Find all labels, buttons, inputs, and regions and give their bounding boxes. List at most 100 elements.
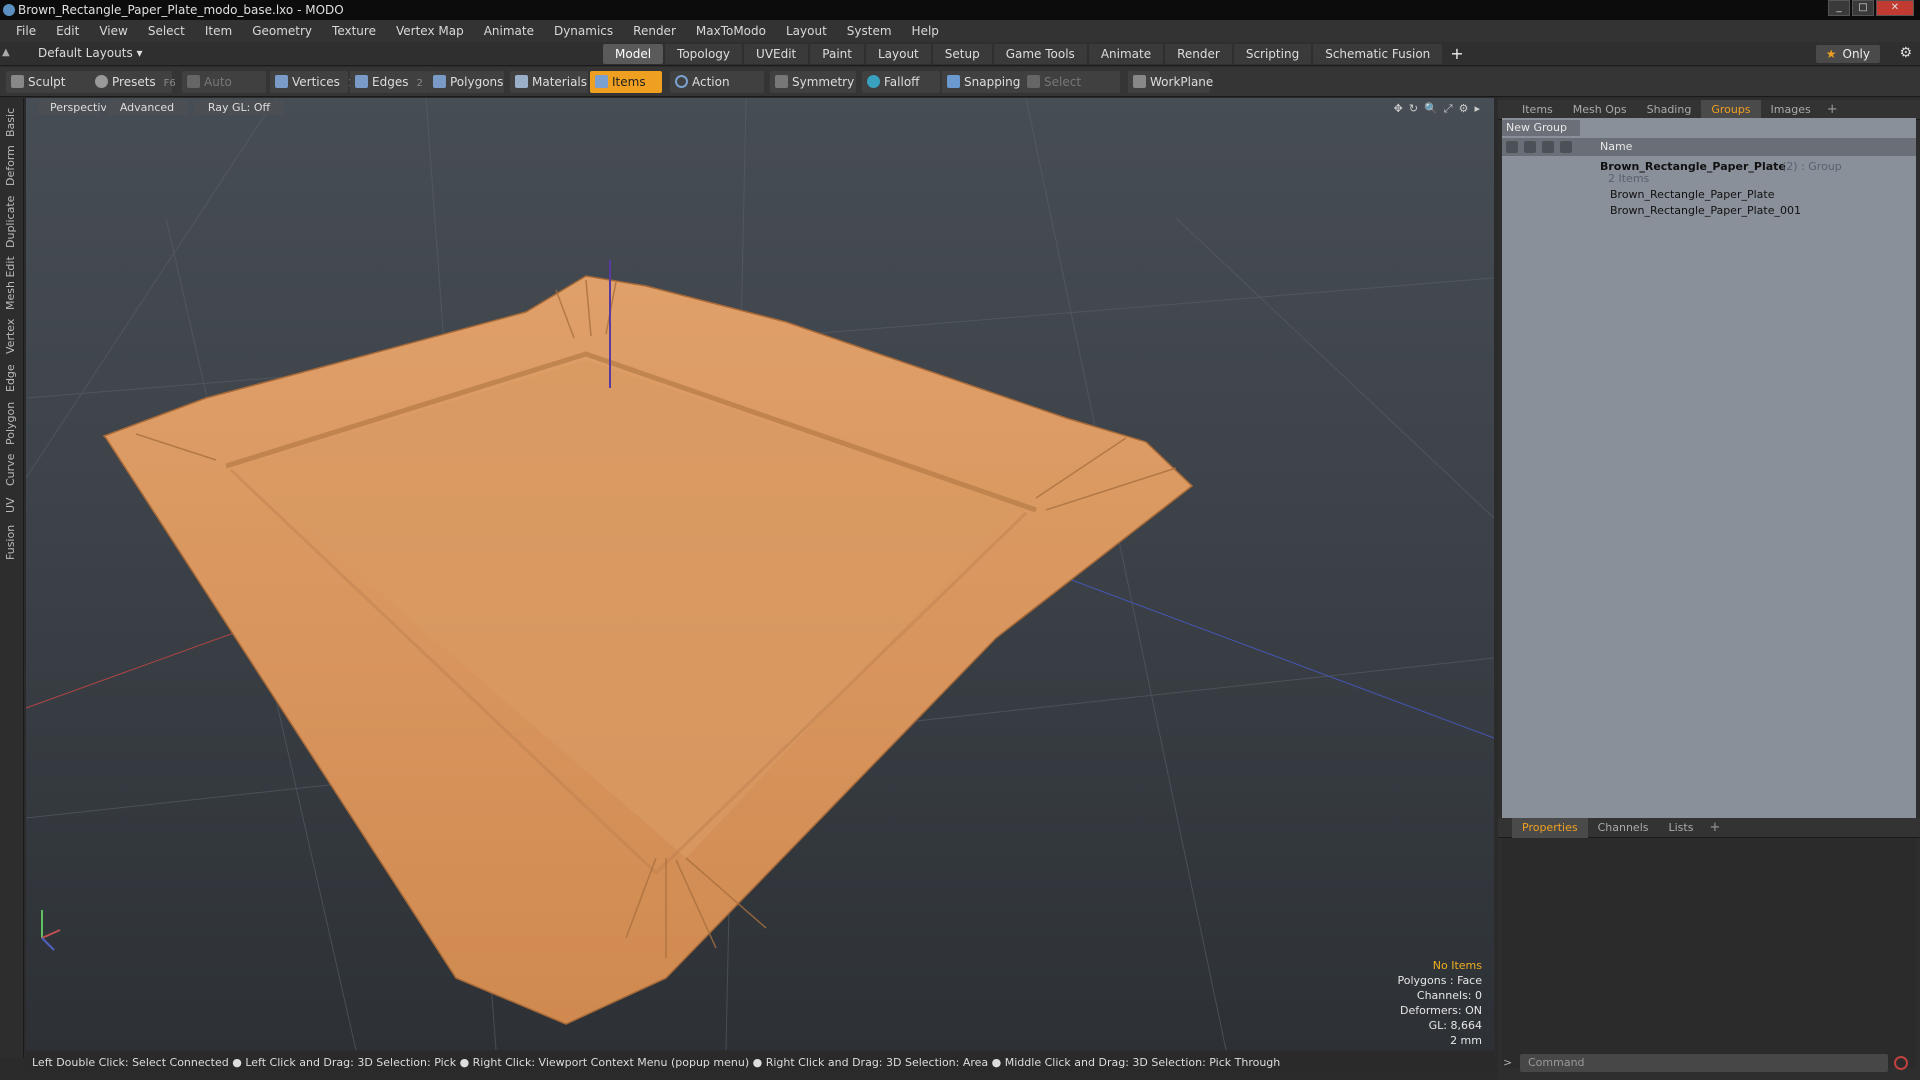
group-child-row[interactable]: Brown_Rectangle_Paper_Plate_001 [1502, 202, 1916, 220]
gear-icon[interactable]: ⚙ [1899, 45, 1912, 61]
tab-setup[interactable]: Setup [932, 44, 992, 64]
tab-shading[interactable]: Shading [1637, 100, 1702, 120]
zoom-view-icon[interactable]: 🔍 [1424, 102, 1438, 116]
menu-edit[interactable]: Edit [46, 20, 89, 42]
tab-items[interactable]: Items [1512, 100, 1563, 120]
hud-unit: 2 mm [1450, 1034, 1482, 1047]
title-bar: Brown_Rectangle_Paper_Plate_modo_base.lx… [0, 0, 1920, 20]
falloff-button[interactable]: Falloff [862, 71, 940, 93]
command-input[interactable]: Command [1520, 1054, 1888, 1072]
presets-button[interactable]: Presets F6 [90, 71, 176, 93]
sculpt-button[interactable]: Sculpt [6, 71, 94, 93]
menu-render[interactable]: Render [623, 20, 686, 42]
visibility-column-icon[interactable] [1506, 141, 1518, 153]
side-tab-curve[interactable]: Curve [4, 452, 20, 488]
only-button[interactable]: ★ Only [1815, 45, 1880, 63]
left-tool-tabs: Basic Deform Duplicate Mesh Edit Vertex … [0, 98, 24, 1058]
menu-item[interactable]: Item [195, 20, 242, 42]
side-tab-edge[interactable]: Edge [4, 362, 20, 394]
side-tab-duplicate[interactable]: Duplicate [4, 196, 20, 248]
right-panel: Items Mesh Ops Shading Groups Images + N… [1498, 98, 1920, 1080]
select-column-icon[interactable] [1560, 141, 1572, 153]
items-button[interactable]: Items [590, 71, 662, 93]
only-label: Only [1842, 47, 1871, 61]
advanced-dropdown[interactable]: Advanced [106, 100, 188, 115]
side-tab-mesh-edit[interactable]: Mesh Edit [4, 256, 20, 310]
tab-animate[interactable]: Animate [1088, 44, 1164, 64]
snapping-button[interactable]: Snapping [942, 71, 1022, 93]
vertices-button[interactable]: Vertices1 [270, 71, 354, 93]
tab-game-tools[interactable]: Game Tools [993, 44, 1087, 64]
menu-animate[interactable]: Animate [474, 20, 544, 42]
workplane-button[interactable]: WorkPlane [1128, 71, 1213, 93]
fit-view-icon[interactable]: ⤢ [1444, 102, 1453, 116]
minimize-icon[interactable]: _ [1828, 0, 1850, 16]
tab-layout[interactable]: Layout [865, 44, 931, 64]
tab-lists[interactable]: Lists [1659, 818, 1704, 838]
tab-groups[interactable]: Groups [1701, 99, 1761, 120]
axis-gizmo [41, 910, 61, 951]
perspective-dropdown[interactable]: Perspective [38, 100, 114, 115]
tab-render[interactable]: Render [1165, 44, 1232, 64]
layout-selector[interactable]: Default Layouts ▾ [38, 46, 143, 60]
close-icon[interactable]: ✕ [1876, 0, 1914, 16]
viewport-expand-icon[interactable]: ▸ [1474, 102, 1480, 116]
tab-scripting[interactable]: Scripting [1233, 44, 1312, 64]
side-tab-vertex[interactable]: Vertex [4, 316, 20, 356]
tab-uvedit[interactable]: UVEdit [744, 44, 809, 64]
side-tab-fusion[interactable]: Fusion [4, 522, 20, 562]
symmetry-icon [775, 75, 788, 88]
hud-deformers: Deformers: ON [1400, 1004, 1482, 1017]
tab-channels[interactable]: Channels [1588, 818, 1659, 838]
paper-plate-mesh[interactable] [102, 275, 1194, 1025]
add-tab-icon[interactable]: + [1444, 44, 1469, 64]
side-tab-deform[interactable]: Deform [4, 144, 20, 188]
menu-vertex-map[interactable]: Vertex Map [386, 20, 474, 42]
symmetry-button[interactable]: Symmetry [770, 71, 856, 93]
select-through-button[interactable]: Select Through [1022, 71, 1120, 111]
polygons-button[interactable]: Polygons [428, 71, 504, 93]
maximize-icon[interactable]: □ [1852, 0, 1874, 16]
presets-key: F6 [163, 78, 176, 89]
side-tab-basic[interactable]: Basic [4, 106, 20, 138]
new-group-button[interactable]: New Group [1502, 120, 1580, 136]
tab-model[interactable]: Model [603, 44, 664, 64]
tab-schematic-fusion[interactable]: Schematic Fusion [1313, 44, 1443, 64]
side-tab-uv[interactable]: UV [4, 494, 20, 516]
menu-view[interactable]: View [89, 20, 137, 42]
menu-help[interactable]: Help [902, 20, 949, 42]
menu-select[interactable]: Select [138, 20, 195, 42]
tab-topology[interactable]: Topology [665, 44, 743, 64]
menu-system[interactable]: System [837, 20, 902, 42]
ray-gl-dropdown[interactable]: Ray GL: Off [194, 100, 284, 115]
star-icon: ★ [1825, 47, 1837, 61]
side-tab-polygon[interactable]: Polygon [4, 400, 20, 446]
menu-file[interactable]: File [6, 20, 46, 42]
move-view-icon[interactable]: ✥ [1394, 102, 1403, 116]
menu-texture[interactable]: Texture [322, 20, 386, 42]
tab-paint[interactable]: Paint [810, 44, 864, 64]
edges-button[interactable]: Edges 2 [350, 71, 428, 93]
command-arrow-icon[interactable]: > [1503, 1056, 1512, 1069]
rotate-view-icon[interactable]: ↻ [1409, 102, 1418, 116]
viewport-settings-icon[interactable]: ⚙ [1459, 102, 1469, 116]
add-properties-tab-icon[interactable]: + [1703, 820, 1726, 835]
materials-button[interactable]: Materials [510, 71, 588, 93]
action-center-button[interactable]: Action Center [670, 71, 764, 111]
menu-maxtomodo[interactable]: MaxToModo [686, 20, 776, 42]
snapping-icon [947, 75, 960, 88]
tab-images[interactable]: Images [1761, 100, 1821, 120]
auto-select-button[interactable]: Auto Select [182, 71, 266, 111]
command-history-icon[interactable] [1894, 1056, 1908, 1070]
tab-mesh-ops[interactable]: Mesh Ops [1563, 100, 1637, 120]
3d-viewport[interactable]: Perspective Advanced Ray GL: Off ✥ ↻ 🔍 ⤢… [26, 98, 1494, 1050]
tab-properties[interactable]: Properties [1512, 817, 1588, 838]
menu-geometry[interactable]: Geometry [242, 20, 322, 42]
menu-dynamics[interactable]: Dynamics [544, 20, 623, 42]
add-panel-tab-icon[interactable]: + [1821, 102, 1844, 117]
render-column-icon[interactable] [1524, 141, 1536, 153]
layout-arrow-icon[interactable]: ▲ [2, 47, 10, 58]
menu-layout[interactable]: Layout [776, 20, 837, 42]
lock-column-icon[interactable] [1542, 141, 1554, 153]
action-center-icon [675, 75, 688, 88]
